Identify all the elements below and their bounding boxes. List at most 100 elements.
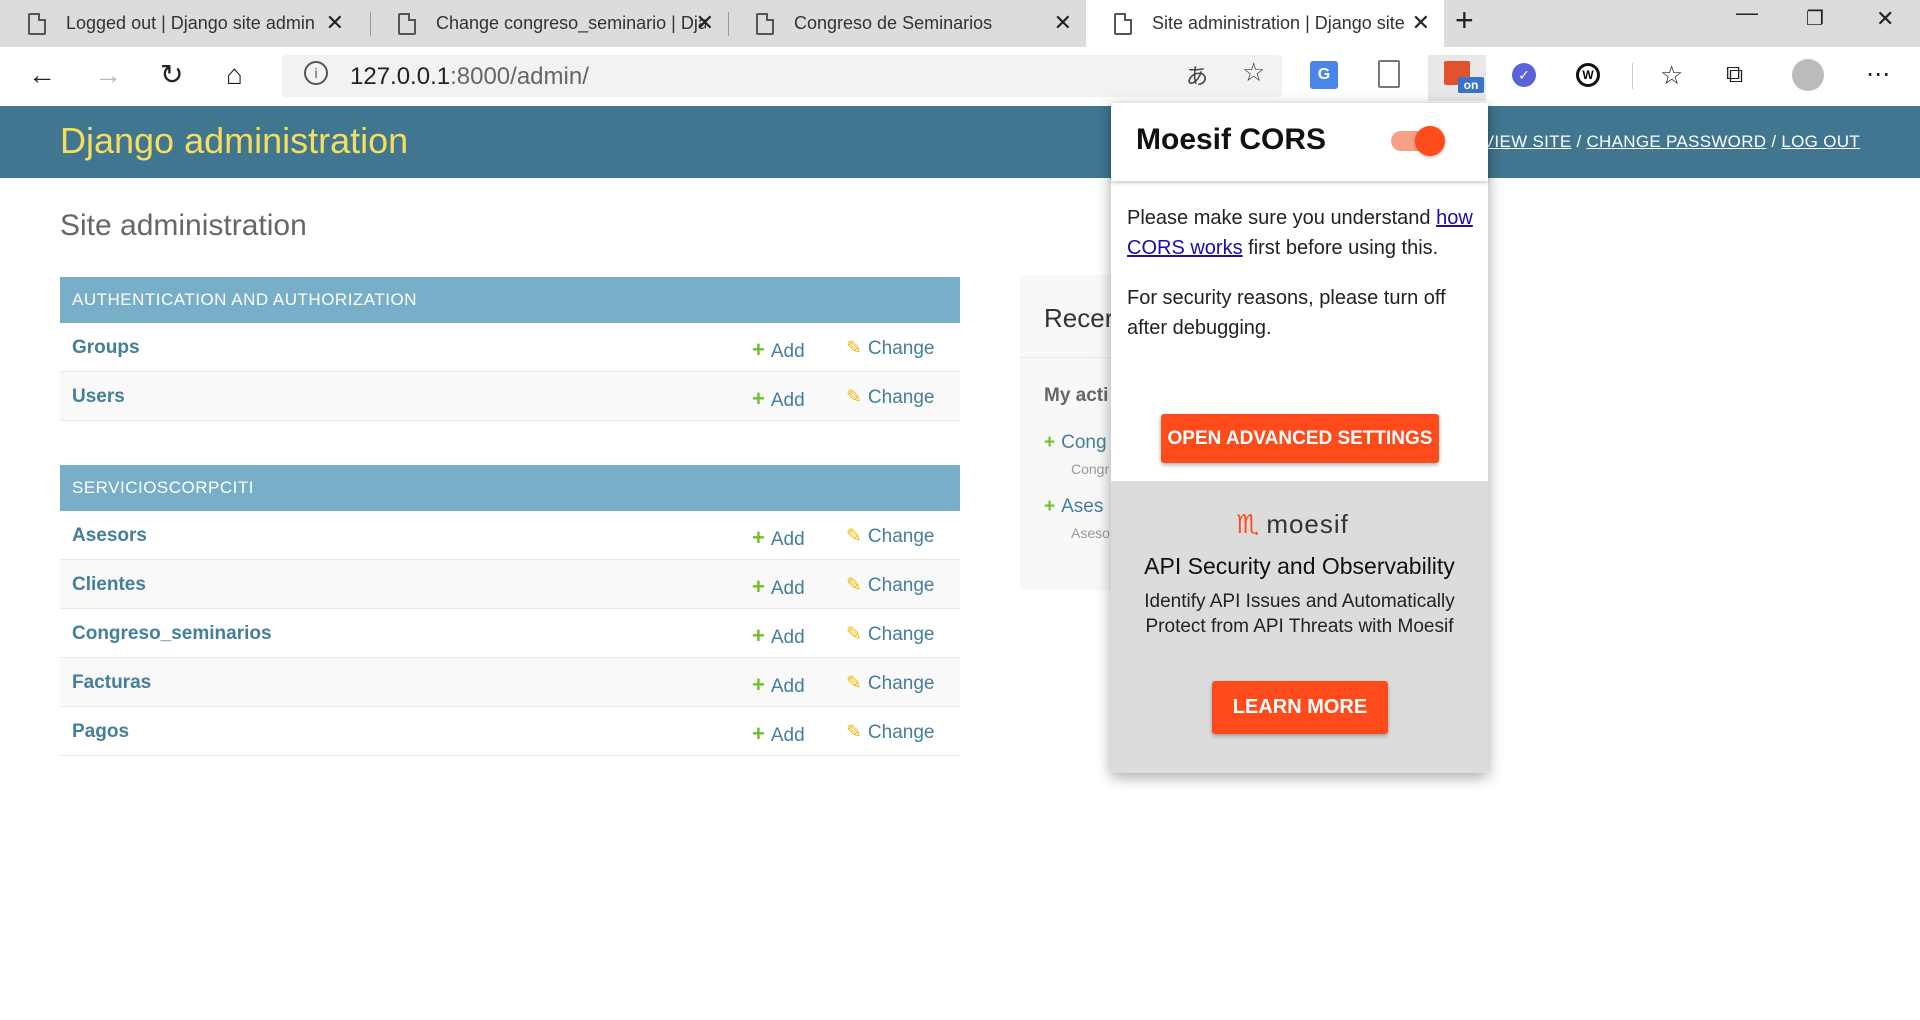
table-row: Groups + Add ✎ Change	[60, 323, 960, 372]
model-link-facturas[interactable]: Facturas	[72, 672, 151, 694]
promo-tagline: API Security and Observability	[1144, 553, 1455, 579]
moesif-cors-popup: Moesif CORS Please make sure you underst…	[1111, 103, 1488, 773]
security-note: For security reasons, please turn off af…	[1127, 287, 1446, 339]
moesif-extension-button[interactable]: on	[1428, 55, 1486, 101]
change-link[interactable]: ✎ Change	[846, 672, 934, 695]
page-icon	[398, 12, 416, 35]
pencil-icon: ✎	[846, 387, 862, 408]
change-label: Change	[867, 526, 935, 547]
add-icon: +	[752, 672, 765, 697]
cors-toggle[interactable]	[1391, 126, 1445, 156]
user-tools: A. VIEW SITE/CHANGE PASSWORD/LOG OUT	[1461, 132, 1860, 152]
table-row: Pagos + Add ✎ Change	[60, 707, 960, 756]
recent-action-link[interactable]: + Cong	[1044, 432, 1107, 454]
add-link[interactable]: + Add	[752, 525, 805, 551]
view-site-link[interactable]: VIEW SITE	[1483, 132, 1572, 151]
add-link[interactable]: + Add	[752, 386, 805, 412]
model-link-clientes[interactable]: Clientes	[72, 574, 146, 596]
new-tab-button[interactable]: +	[1455, 2, 1474, 39]
table-row: Facturas + Add ✎ Change	[60, 658, 960, 707]
profile-avatar[interactable]	[1792, 59, 1824, 91]
change-link[interactable]: ✎ Change	[846, 386, 934, 409]
recent-action-type: Congr	[1071, 461, 1110, 477]
page-icon	[28, 12, 46, 35]
tab-logged-out[interactable]: Logged out | Django site admin ✕	[0, 0, 358, 47]
promo-description: Identify API Issues and Automatically Pr…	[1144, 591, 1455, 637]
moesif-logo: ♏ moesif	[1236, 509, 1349, 540]
table-row: Asesors + Add ✎ Change	[60, 511, 960, 560]
learn-more-button[interactable]: LEARN MORE	[1212, 681, 1388, 734]
module-caption[interactable]: SERVICIOSCORPCITI	[60, 465, 960, 511]
toggle-knob	[1415, 126, 1445, 156]
model-link-users[interactable]: Users	[72, 386, 125, 408]
extension-badge: on	[1458, 77, 1484, 93]
intro-text: Please make sure you understand how CORS…	[1127, 203, 1477, 263]
minimize-icon[interactable]: —	[1736, 0, 1758, 26]
model-link-asesors[interactable]: Asesors	[72, 525, 147, 547]
add-link[interactable]: + Add	[752, 672, 805, 698]
back-icon[interactable]: ←	[28, 58, 56, 92]
model-link-groups[interactable]: Groups	[72, 337, 140, 359]
model-link-congreso-seminarios[interactable]: Congreso_seminarios	[72, 623, 272, 645]
add-label: Add	[770, 725, 805, 746]
w-extension-icon[interactable]: W	[1576, 63, 1600, 87]
django-header: Django administration A. VIEW SITE/CHANG…	[0, 106, 1920, 178]
change-label: Change	[867, 575, 935, 596]
my-actions-title: My acti	[1044, 385, 1109, 406]
pencil-icon: ✎	[846, 575, 862, 596]
change-password-link[interactable]: CHANGE PASSWORD	[1586, 132, 1766, 151]
more-menu-icon[interactable]: ⋯	[1866, 58, 1890, 92]
close-window-icon[interactable]: ✕	[1876, 6, 1894, 32]
change-link[interactable]: ✎ Change	[846, 721, 934, 744]
change-link[interactable]: ✎ Change	[846, 525, 934, 548]
site-branding[interactable]: Django administration	[60, 120, 408, 162]
add-link[interactable]: + Add	[752, 623, 805, 649]
add-label: Add	[770, 341, 805, 362]
close-tab-icon[interactable]: ✕	[1412, 10, 1430, 36]
change-link[interactable]: ✎ Change	[846, 337, 934, 360]
separator: /	[1576, 132, 1582, 151]
log-out-link[interactable]: LOG OUT	[1781, 132, 1860, 151]
forward-icon[interactable]: →	[94, 58, 122, 92]
site-info-icon[interactable]: i	[304, 61, 328, 85]
recent-action-type: Aseso	[1071, 525, 1110, 541]
change-link[interactable]: ✎ Change	[846, 574, 934, 597]
translate-icon[interactable]: あ	[1186, 59, 1208, 91]
change-link[interactable]: ✎ Change	[846, 623, 934, 646]
tab-title: Change congreso_seminario | Dja	[436, 13, 706, 33]
moesif-logo-icon: ♏	[1236, 509, 1261, 539]
module-caption[interactable]: AUTHENTICATION AND AUTHORIZATION	[60, 277, 960, 323]
close-tab-icon[interactable]: ✕	[696, 10, 714, 36]
add-link[interactable]: + Add	[752, 337, 805, 363]
intro-after: first before using this.	[1242, 237, 1439, 259]
favorites-icon[interactable]: ☆	[1660, 58, 1683, 92]
url-host: 127.0.0.1	[350, 63, 451, 90]
add-icon: +	[752, 337, 765, 362]
add-link[interactable]: + Add	[752, 721, 805, 747]
document-extension-icon[interactable]	[1378, 60, 1400, 88]
restore-icon[interactable]: ❐	[1806, 6, 1824, 31]
open-advanced-settings-button[interactable]: OPEN ADVANCED SETTINGS	[1161, 414, 1439, 463]
close-tab-icon[interactable]: ✕	[1054, 10, 1072, 36]
intro-before: Please make sure you understand	[1127, 207, 1437, 229]
checkmark-extension-icon[interactable]: ✓	[1512, 63, 1536, 87]
favorite-star-icon[interactable]: ☆	[1242, 57, 1265, 88]
refresh-icon[interactable]: ↻	[160, 58, 183, 92]
close-tab-icon[interactable]: ✕	[326, 10, 344, 36]
tab-site-administration[interactable]: Site administration | Django site ✕	[1086, 0, 1444, 47]
tab-congreso-seminarios[interactable]: Congreso de Seminarios ✕	[728, 0, 1086, 47]
address-bar[interactable]: i 127.0.0.1:8000/admin/ あ ☆	[282, 55, 1282, 97]
collections-icon[interactable]: ⧉	[1726, 58, 1743, 92]
recent-action-link[interactable]: + Ases	[1044, 496, 1103, 518]
tab-change-congreso[interactable]: Change congreso_seminario | Dja ✕	[370, 0, 728, 47]
add-icon: +	[752, 525, 765, 550]
google-translate-icon[interactable]: G	[1310, 61, 1338, 89]
model-link-pagos[interactable]: Pagos	[72, 721, 129, 743]
add-link[interactable]: + Add	[752, 574, 805, 600]
pencil-icon: ✎	[846, 526, 862, 547]
recent-action-label: Cong	[1061, 432, 1107, 453]
add-icon: +	[752, 574, 765, 599]
home-icon[interactable]: ⌂	[226, 58, 243, 92]
add-icon: +	[752, 623, 765, 648]
page-icon	[756, 12, 774, 35]
